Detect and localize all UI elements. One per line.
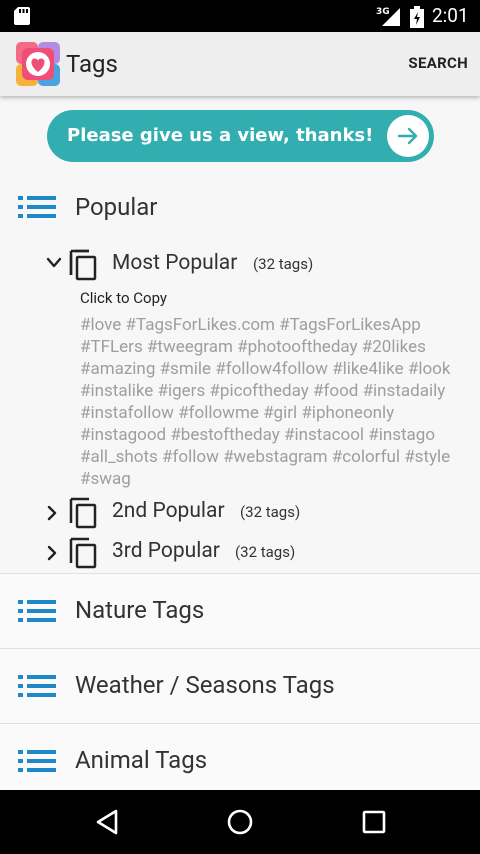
back-icon[interactable] bbox=[93, 808, 121, 836]
copy-icon bbox=[69, 249, 97, 281]
tag-count: (32 tags) bbox=[235, 543, 296, 561]
svg-text:3G: 3G bbox=[376, 7, 390, 17]
category-weather-seasons-tags[interactable]: Weather / Seasons Tags bbox=[0, 649, 480, 723]
app-logo-icon bbox=[16, 42, 60, 86]
status-bar: 3G 2:01 bbox=[0, 0, 480, 32]
category-animal-tags[interactable]: Animal Tags bbox=[0, 724, 480, 790]
arrow-right-icon bbox=[397, 127, 418, 145]
home-icon[interactable] bbox=[226, 808, 254, 836]
click-to-copy-label: Click to Copy bbox=[80, 289, 168, 307]
banner-text: Please give us a view, thanks! bbox=[67, 125, 374, 146]
status-time: 2:01 bbox=[432, 4, 469, 27]
battery-charging-icon bbox=[410, 6, 424, 28]
banner-arrow-button[interactable] bbox=[387, 115, 429, 157]
tag-count: (32 tags) bbox=[240, 503, 301, 521]
category-nature-tags[interactable]: Nature Tags bbox=[0, 574, 480, 648]
page-title: Tags bbox=[66, 50, 118, 78]
list-icon bbox=[18, 196, 56, 218]
copy-icon bbox=[69, 497, 97, 529]
category-title: Weather / Seasons Tags bbox=[75, 671, 335, 699]
subgroup-most-popular[interactable]: Most Popular (32 tags) bbox=[0, 245, 480, 285]
subgroup-name: 2nd Popular bbox=[112, 499, 225, 523]
chevron-right-icon bbox=[47, 545, 57, 561]
category-popular[interactable]: Popular bbox=[0, 188, 480, 228]
navigation-bar bbox=[0, 790, 480, 854]
list-icon bbox=[18, 675, 56, 697]
list-icon bbox=[18, 750, 56, 772]
subgroup-name: 3rd Popular bbox=[112, 539, 220, 563]
list-icon bbox=[18, 600, 56, 622]
review-banner[interactable]: Please give us a view, thanks! bbox=[47, 110, 434, 162]
recents-icon[interactable] bbox=[360, 808, 388, 836]
category-title: Popular bbox=[75, 193, 158, 221]
subgroup-name: Most Popular bbox=[112, 251, 238, 275]
category-title: Animal Tags bbox=[75, 746, 208, 774]
tag-list-text[interactable]: #love #TagsForLikes.com #TagsForLikesApp… bbox=[80, 314, 470, 490]
signal-icon: 3G bbox=[376, 7, 400, 26]
copy-icon bbox=[69, 537, 97, 569]
chevron-right-icon bbox=[47, 505, 57, 521]
subgroup-3rd-popular[interactable]: 3rd Popular (32 tags) bbox=[0, 533, 480, 573]
sd-card-icon bbox=[14, 7, 30, 25]
category-title: Nature Tags bbox=[75, 596, 205, 624]
tag-count: (32 tags) bbox=[253, 255, 314, 273]
chevron-down-icon bbox=[46, 257, 62, 268]
search-button[interactable]: SEARCH bbox=[408, 54, 468, 72]
subgroup-2nd-popular[interactable]: 2nd Popular (32 tags) bbox=[0, 493, 480, 533]
app-bar: Tags SEARCH bbox=[0, 32, 480, 96]
